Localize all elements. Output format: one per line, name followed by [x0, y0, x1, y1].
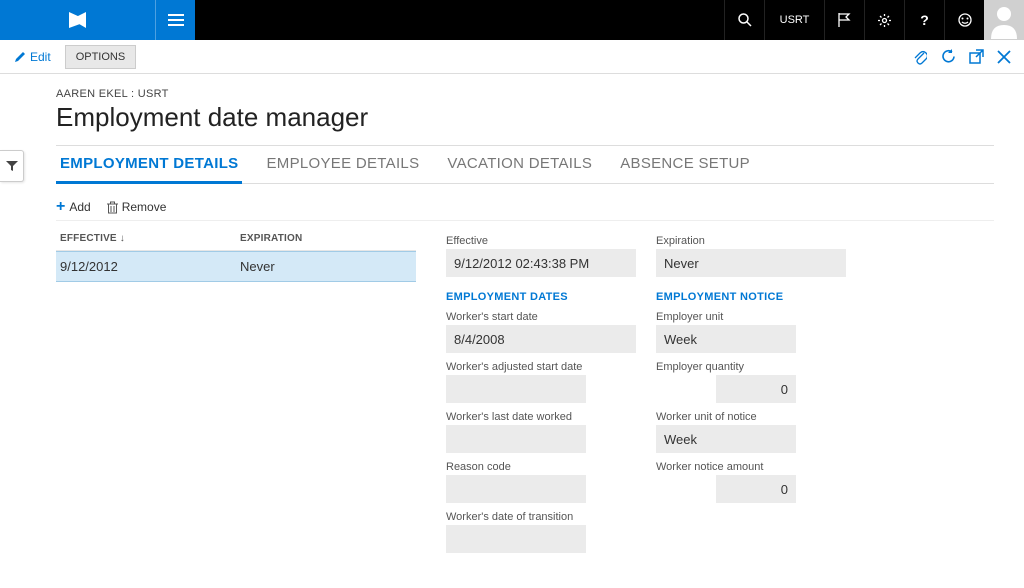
- sort-down-icon: ↓: [120, 233, 125, 244]
- tab-strip: EMPLOYMENT DETAILS EMPLOYEE DETAILS VACA…: [56, 145, 994, 184]
- remove-button[interactable]: Remove: [107, 200, 167, 214]
- reason-code-label: Reason code: [446, 461, 636, 473]
- adjusted-start-label: Worker's adjusted start date: [446, 361, 636, 373]
- list-actions: + Add Remove: [56, 194, 994, 221]
- employer-qty-label: Employer quantity: [656, 361, 846, 373]
- worker-amount-label: Worker notice amount: [656, 461, 846, 473]
- filter-icon: [6, 160, 18, 172]
- add-button[interactable]: + Add: [56, 198, 91, 216]
- employer-unit-label: Employer unit: [656, 311, 846, 323]
- adjusted-start-field[interactable]: [446, 375, 586, 403]
- top-bar: USRT ?: [0, 0, 1024, 40]
- expiration-field[interactable]: [656, 249, 846, 277]
- last-worked-field[interactable]: [446, 425, 586, 453]
- employer-unit-field[interactable]: [656, 325, 796, 353]
- plus-icon: +: [56, 198, 65, 216]
- start-date-label: Worker's start date: [446, 311, 636, 323]
- tab-absence-setup[interactable]: ABSENCE SETUP: [616, 146, 754, 183]
- hamburger-menu[interactable]: [155, 0, 195, 40]
- attach-button[interactable]: [906, 43, 934, 71]
- table-header: EFFECTIVE ↓ EXPIRATION: [56, 227, 416, 251]
- remove-label: Remove: [122, 200, 167, 214]
- detail-form: Effective EMPLOYMENT DATES Worker's star…: [446, 227, 994, 553]
- start-date-field[interactable]: [446, 325, 636, 353]
- edit-label: Edit: [30, 50, 51, 64]
- popout-button[interactable]: [962, 43, 990, 71]
- smiley-icon: [958, 13, 972, 27]
- cell-expiration: Never: [240, 259, 412, 274]
- form-col-left: Effective EMPLOYMENT DATES Worker's star…: [446, 227, 636, 553]
- cell-effective: 9/12/2012: [60, 259, 240, 274]
- employer-qty-field[interactable]: [716, 375, 796, 403]
- pencil-icon: [14, 51, 26, 63]
- worker-amount-field[interactable]: [716, 475, 796, 503]
- col-effective[interactable]: EFFECTIVE ↓: [60, 233, 240, 244]
- table-row[interactable]: 9/12/2012 Never: [56, 251, 416, 282]
- hamburger-icon: [168, 13, 184, 27]
- flag-icon: [838, 13, 851, 27]
- close-icon: [997, 50, 1011, 64]
- trash-icon: [107, 201, 118, 214]
- worker-unit-label: Worker unit of notice: [656, 411, 846, 423]
- search-icon: [738, 13, 752, 27]
- filter-handle[interactable]: [0, 150, 24, 182]
- refresh-button[interactable]: [934, 43, 962, 71]
- employment-dates-header: EMPLOYMENT DATES: [446, 291, 636, 303]
- app-logo[interactable]: [0, 0, 155, 40]
- search-button[interactable]: [724, 0, 764, 40]
- flag-button[interactable]: [824, 0, 864, 40]
- refresh-icon: [941, 49, 956, 64]
- options-button[interactable]: OPTIONS: [65, 45, 137, 69]
- main-split: EFFECTIVE ↓ EXPIRATION 9/12/2012 Never E…: [56, 227, 994, 553]
- employment-notice-header: EMPLOYMENT NOTICE: [656, 291, 846, 303]
- help-button[interactable]: ?: [904, 0, 944, 40]
- tab-employment-details[interactable]: EMPLOYMENT DETAILS: [56, 146, 242, 184]
- form-col-right: Expiration EMPLOYMENT NOTICE Employer un…: [656, 227, 846, 553]
- last-worked-label: Worker's last date worked: [446, 411, 636, 423]
- avatar-icon: [987, 1, 1021, 39]
- paperclip-icon: [913, 49, 927, 65]
- effective-field[interactable]: [446, 249, 636, 277]
- effective-label: Effective: [446, 235, 636, 247]
- reason-code-field[interactable]: [446, 475, 586, 503]
- tab-employee-details[interactable]: EMPLOYEE DETAILS: [262, 146, 423, 183]
- edit-button[interactable]: Edit: [6, 50, 59, 64]
- top-spacer: [195, 0, 724, 40]
- expiration-label: Expiration: [656, 235, 846, 247]
- company-selector[interactable]: USRT: [764, 0, 824, 40]
- record-list: EFFECTIVE ↓ EXPIRATION 9/12/2012 Never: [56, 227, 416, 553]
- worker-unit-field[interactable]: [656, 425, 796, 453]
- add-label: Add: [69, 200, 90, 214]
- action-bar: Edit OPTIONS: [0, 40, 1024, 74]
- tab-vacation-details[interactable]: VACATION DETAILS: [443, 146, 596, 183]
- breadcrumb: AAREN EKEL : USRT: [56, 88, 994, 100]
- close-button[interactable]: [990, 43, 1018, 71]
- popout-icon: [969, 49, 984, 64]
- col-expiration[interactable]: EXPIRATION: [240, 233, 412, 244]
- help-icon: ?: [920, 12, 929, 28]
- page-title: Employment date manager: [56, 102, 994, 133]
- transition-date-field[interactable]: [446, 525, 586, 553]
- dynamics-icon: [68, 10, 88, 30]
- gear-icon: [877, 13, 892, 28]
- settings-button[interactable]: [864, 0, 904, 40]
- content-area: AAREN EKEL : USRT Employment date manage…: [0, 74, 1024, 563]
- transition-date-label: Worker's date of transition: [446, 511, 636, 523]
- feedback-button[interactable]: [944, 0, 984, 40]
- user-avatar[interactable]: [984, 0, 1024, 40]
